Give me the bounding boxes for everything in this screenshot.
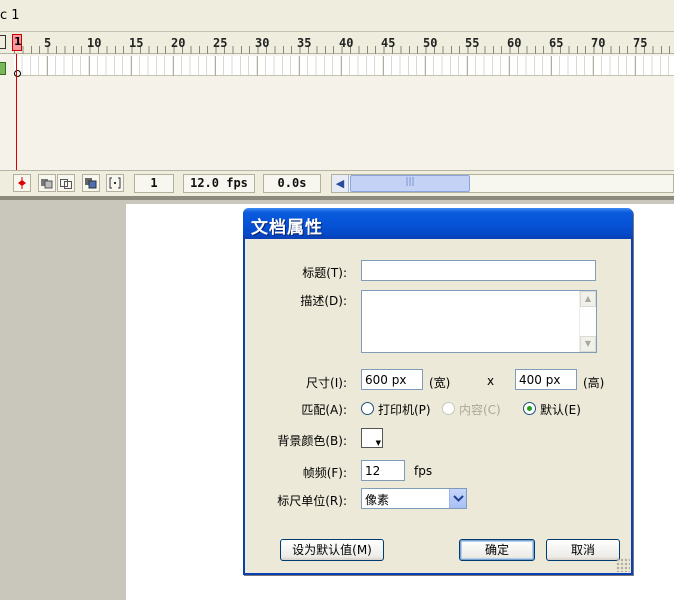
- ruler-number: 45: [381, 36, 396, 50]
- center-frame-icon: [18, 177, 26, 189]
- height-input[interactable]: [515, 369, 577, 390]
- description-scrollbar[interactable]: ▲ ▼: [579, 291, 596, 352]
- match-label: 匹配(A):: [301, 403, 347, 417]
- frame-rate-field[interactable]: 12.0 fps: [183, 174, 255, 193]
- timeline-status-bar: 1 12.0 fps 0.0s ◀ |||: [0, 170, 674, 196]
- elapsed-time-field: 0.0s: [263, 174, 321, 193]
- frame-group-divider: [47, 56, 48, 76]
- background-color-label: 背景颜色(B):: [277, 434, 347, 448]
- playhead[interactable]: 1: [12, 34, 22, 51]
- ok-button[interactable]: 确定: [459, 539, 535, 561]
- dialog-title: 文档属性: [251, 218, 323, 238]
- frame-group-divider: [131, 56, 132, 76]
- description-label: 描述(D):: [300, 294, 347, 308]
- modify-onion-markers-button[interactable]: [106, 174, 124, 192]
- scroll-up-icon[interactable]: ▲: [580, 291, 596, 307]
- frames-row[interactable]: [14, 56, 674, 76]
- dialog-title-bar[interactable]: 文档属性: [243, 208, 633, 239]
- ruler-number: 75: [633, 36, 648, 50]
- match-contents-radio[interactable]: [442, 402, 455, 415]
- match-printer-label[interactable]: 打印机(P): [378, 401, 431, 418]
- frame-group-divider: [425, 56, 426, 76]
- panel-divider[interactable]: [0, 196, 674, 200]
- frame-group-divider: [257, 56, 258, 76]
- width-unit-label: (宽): [429, 376, 451, 390]
- ruler-number: 50: [423, 36, 438, 50]
- description-textarea[interactable]: ▲ ▼: [361, 290, 597, 353]
- resize-grip-icon[interactable]: [616, 558, 630, 572]
- ruler-number: 70: [591, 36, 606, 50]
- ruler-number: 30: [255, 36, 270, 50]
- height-unit-label: (高): [583, 376, 605, 390]
- ruler-number: 55: [465, 36, 480, 50]
- ruler-number: 15: [129, 36, 144, 50]
- scroll-down-icon[interactable]: ▼: [580, 336, 596, 352]
- ruler-number: 25: [213, 36, 228, 50]
- ruler-number: 35: [297, 36, 312, 50]
- ruler-number: 60: [507, 36, 522, 50]
- dropdown-arrow-icon: ▼: [375, 439, 381, 447]
- timeline-horizontal-scrollbar[interactable]: ◀ |||: [331, 174, 674, 193]
- chevron-down-icon: [453, 495, 464, 502]
- scene-label: c 1: [0, 8, 20, 23]
- frame-group-divider: [383, 56, 384, 76]
- frame-group-divider: [299, 56, 300, 76]
- onion-skin-button[interactable]: [38, 174, 56, 192]
- current-frame-field: 1: [134, 174, 174, 193]
- match-default-radio[interactable]: [523, 402, 536, 415]
- frame-group-divider: [467, 56, 468, 76]
- edit-multiple-frames-icon: [85, 178, 97, 189]
- title-input[interactable]: [361, 260, 596, 281]
- match-default-label[interactable]: 默认(E): [540, 401, 581, 418]
- frame-rate-label: 帧频(F):: [302, 466, 347, 480]
- frame-group-divider: [635, 56, 636, 76]
- scroll-thumb[interactable]: |||: [350, 175, 470, 192]
- onion-skin-icon: [41, 179, 53, 189]
- ruler-number: 5: [44, 36, 52, 50]
- frame-group-divider: [551, 56, 552, 76]
- ruler-left-box: [0, 35, 6, 49]
- ruler-units-label: 标尺单位(R):: [277, 494, 347, 508]
- match-printer-radio[interactable]: [361, 402, 374, 415]
- ruler-units-value: 像素: [365, 493, 390, 507]
- make-default-button[interactable]: 设为默认值(M): [280, 539, 384, 561]
- frame-rate-unit: fps: [414, 464, 433, 478]
- left-arrow-icon: ◀: [335, 177, 345, 190]
- onion-skin-outlines-icon: [60, 179, 72, 189]
- frame-group-divider: [593, 56, 594, 76]
- cancel-button[interactable]: 取消: [546, 539, 620, 561]
- frame-rate-input[interactable]: [361, 460, 405, 481]
- ruler-number: 20: [171, 36, 186, 50]
- times-sign: x: [487, 374, 495, 388]
- edit-multiple-frames-button[interactable]: [82, 174, 100, 192]
- width-input[interactable]: [361, 369, 423, 390]
- frame-ruler[interactable]: 5 10 15 20 25 30 35 40 45 50 55 60 65 70…: [0, 32, 674, 54]
- ruler-units-dropdown-button[interactable]: [449, 489, 466, 508]
- frame-group-divider: [341, 56, 342, 76]
- ruler-units-select[interactable]: 像素: [361, 488, 467, 509]
- layer-color-icon[interactable]: [0, 62, 6, 75]
- background-color-swatch[interactable]: ▼: [361, 428, 383, 448]
- scene-bar: c 1: [0, 0, 674, 32]
- frame-group-divider: [509, 56, 510, 76]
- timeline-panel: 5 10 15 20 25 30 35 40 45 50 55 60 65 70…: [0, 32, 674, 196]
- frame-group-divider: [89, 56, 90, 76]
- frame-group-divider: [215, 56, 216, 76]
- ruler-number: 40: [339, 36, 354, 50]
- onion-markers-icon: [109, 177, 121, 189]
- frame-group-divider: [173, 56, 174, 76]
- onion-skin-outlines-button[interactable]: [57, 174, 75, 192]
- match-contents-label[interactable]: 内容(C): [459, 401, 501, 418]
- playhead-frame-number: 1: [14, 35, 22, 48]
- document-properties-dialog: 文档属性 标题(T): 描述(D): ▲ ▼ 尺寸(I): (宽) x (高) …: [243, 208, 633, 575]
- ruler-number: 65: [549, 36, 564, 50]
- title-label: 标题(T):: [302, 266, 347, 280]
- ruler-number: 10: [87, 36, 102, 50]
- center-frame-button[interactable]: [13, 174, 31, 192]
- size-label: 尺寸(I):: [306, 376, 347, 390]
- scroll-left-button[interactable]: ◀: [332, 175, 349, 192]
